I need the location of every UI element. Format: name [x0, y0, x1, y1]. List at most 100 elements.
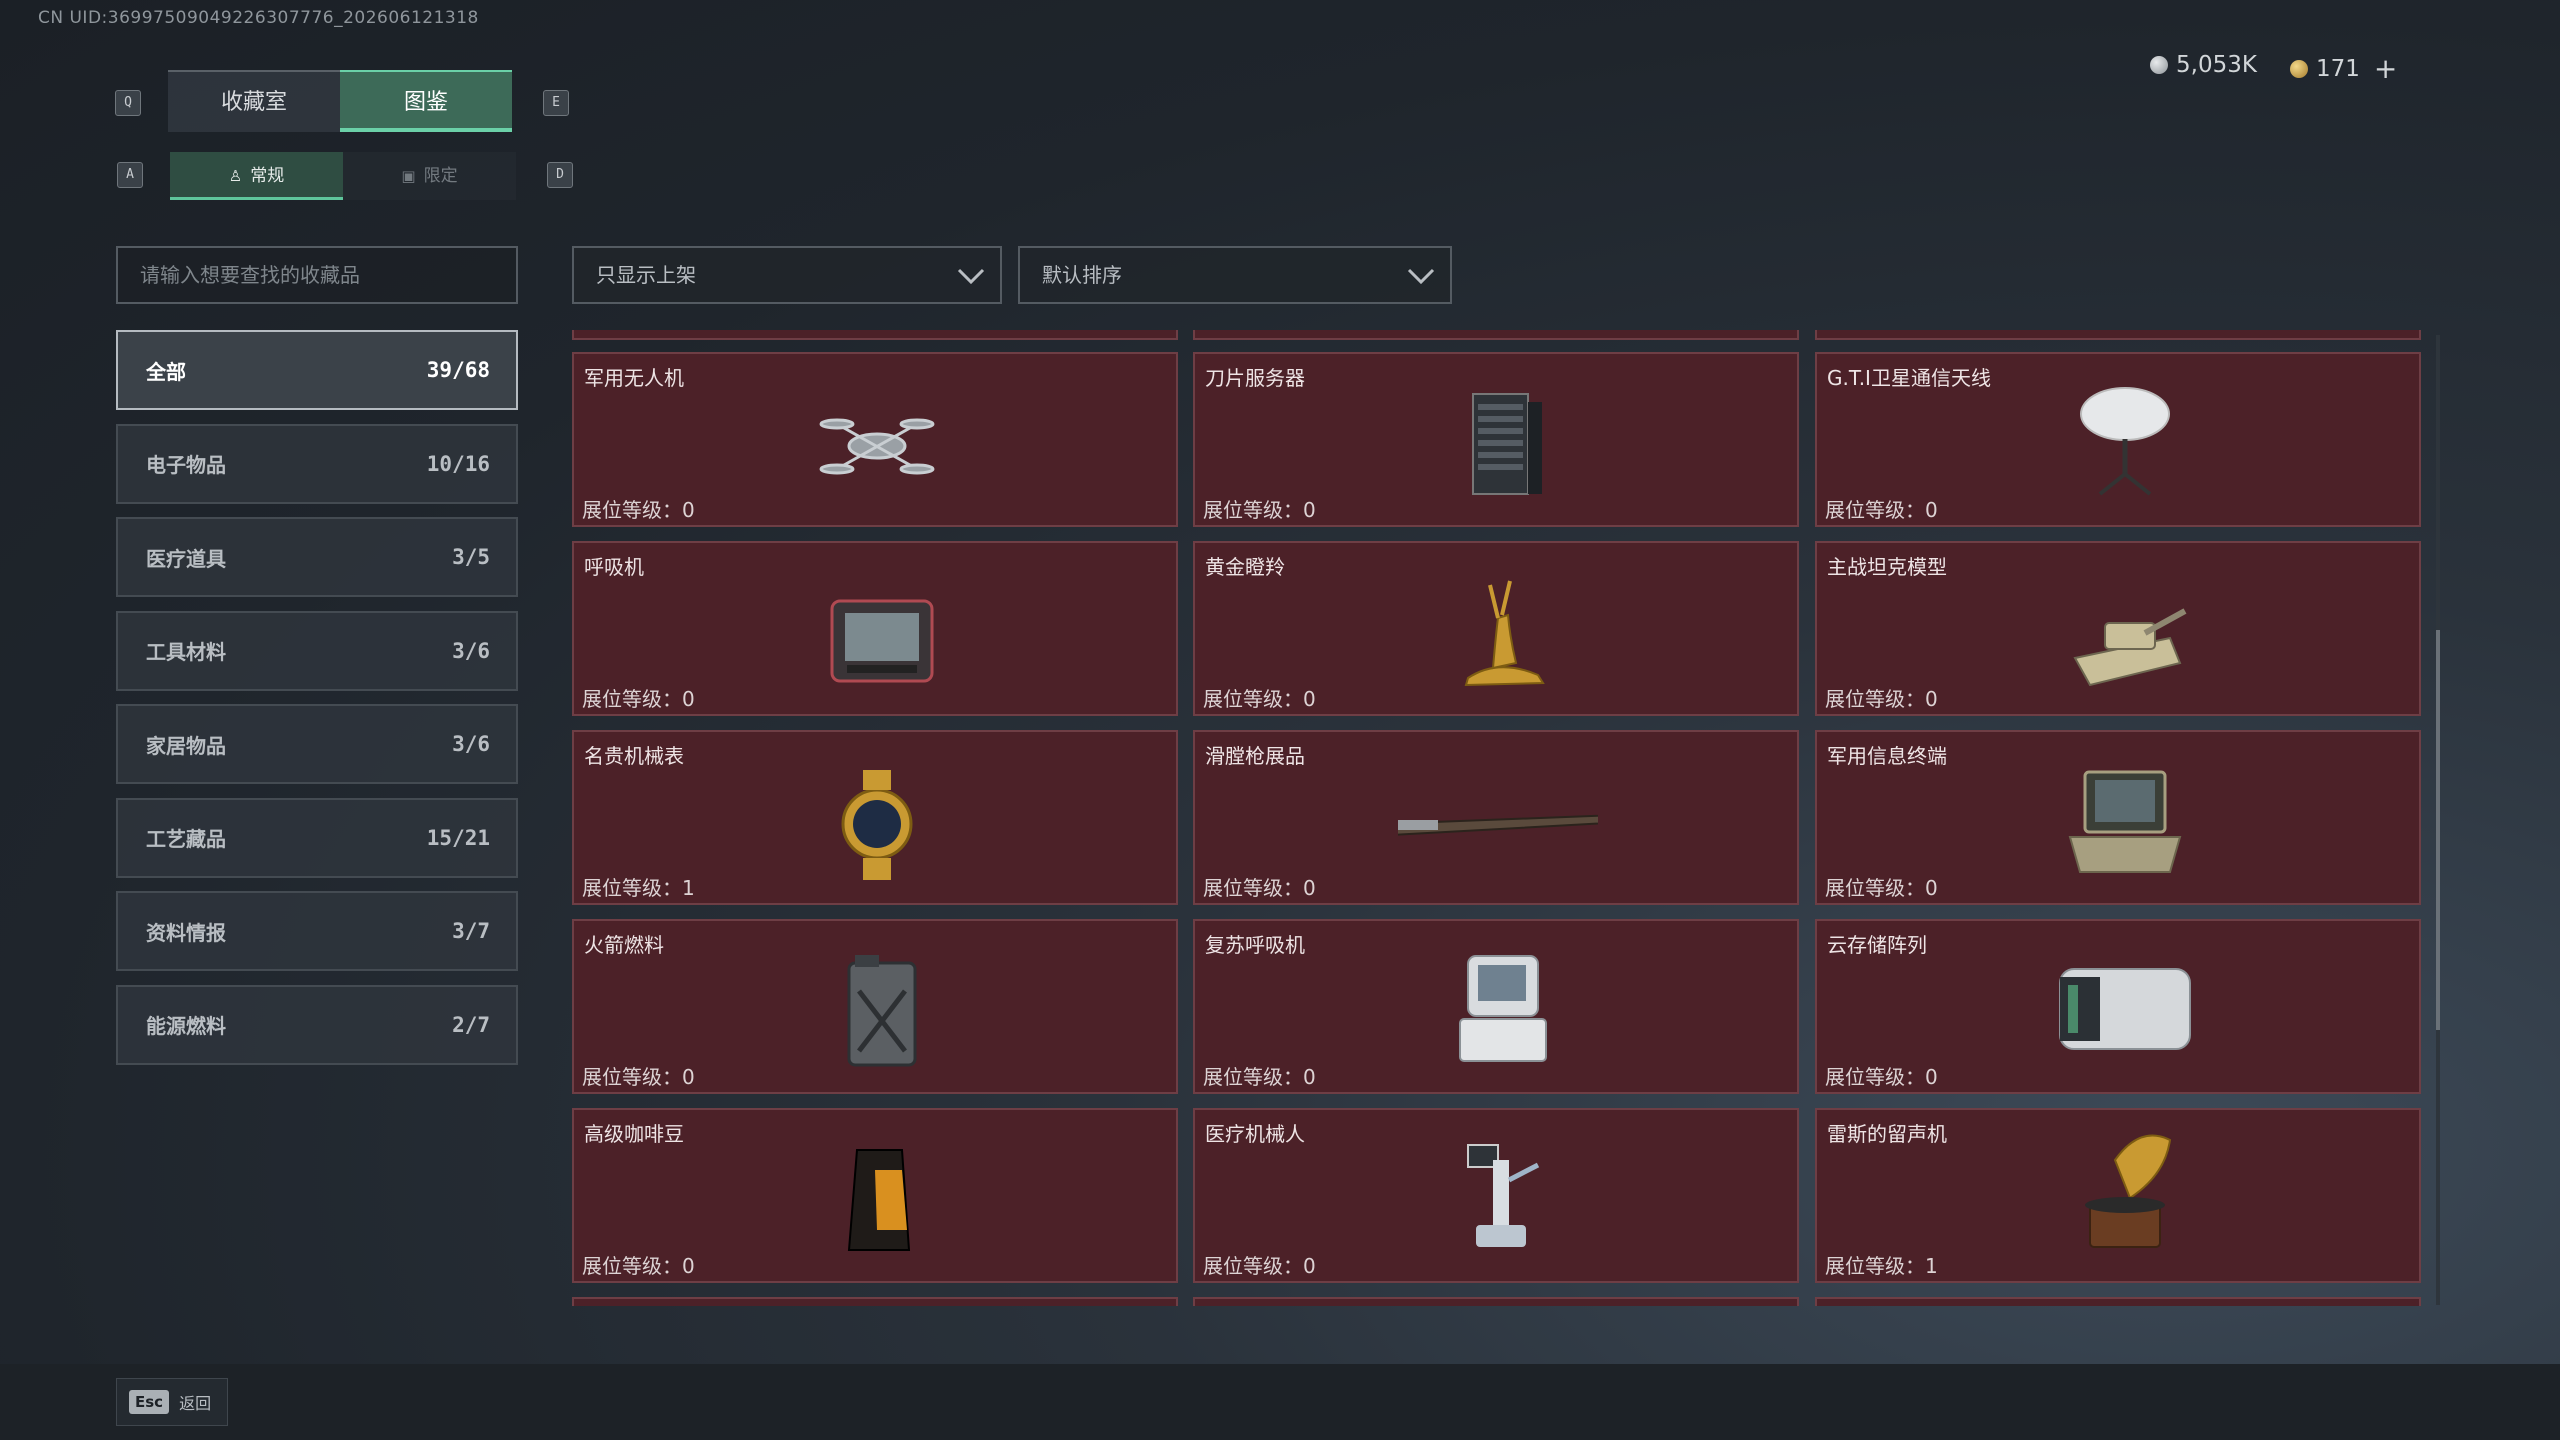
item-level-value: 0 [682, 1065, 695, 1089]
item-level-value: 0 [682, 687, 695, 711]
item-level: 展位等级：0 [1203, 1061, 1316, 1090]
sub-tabs: ♙ 常规 ▣ 限定 [170, 152, 516, 202]
esc-key-badge: Esc [129, 1390, 170, 1414]
item-level: 展位等级：0 [1825, 683, 1938, 712]
item-level-label: 展位等级： [582, 498, 682, 522]
category-item[interactable]: 电子物品 10/16 [116, 423, 518, 504]
shelf-filter-dropdown[interactable]: 只显示上架 [572, 246, 1002, 304]
category-item[interactable]: 全部 39/68 [116, 330, 518, 410]
item-card[interactable]: 军用无人机展位等级：0 [572, 352, 1178, 527]
category-label: 资料情报 [146, 920, 226, 945]
item-level: 展位等级：0 [1825, 872, 1938, 901]
item-level: 展位等级：0 [1203, 1250, 1316, 1279]
add-currency-button[interactable]: + [2374, 52, 2397, 85]
item-level-label: 展位等级： [1825, 1254, 1925, 1278]
gazelle-statue-icon [1464, 580, 1545, 687]
category-item[interactable]: 能源燃料 2/7 [116, 984, 518, 1065]
resuscitator-icon [1459, 955, 1547, 1062]
item-level-label: 展位等级： [1825, 1065, 1925, 1089]
ventilator-icon [830, 599, 934, 683]
item-card[interactable]: 复苏呼吸机 展位等级：0 [1193, 919, 1799, 1094]
item-level-value: 1 [682, 876, 695, 900]
item-level-value: 1 [1925, 1254, 1938, 1278]
tab-catalog[interactable]: 图鉴 [340, 70, 512, 132]
bottle-icon: ♙ [228, 167, 243, 185]
item-level-value: 0 [1303, 498, 1316, 522]
category-count: 3/7 [452, 919, 490, 943]
item-grid: 军用无人机 展位等级：0 刀片服务器 展位等级：0 G.T.I卫星通信天线 展位等级：0 呼… [572, 330, 2426, 1306]
bottom-bar [0, 1364, 2560, 1440]
uid-text: CN UID:3699750904922630777​6_20260612131… [38, 8, 479, 28]
category-label: 工艺藏品 [146, 827, 226, 851]
shelf-filter-label: 只显示上架 [596, 263, 696, 287]
item-level-value: 0 [1925, 498, 1938, 522]
item-card[interactable]: 呼吸机 展位等级：0 [572, 541, 1178, 716]
item-name: 高级咖啡豆 [584, 1122, 684, 1146]
category-item[interactable]: 工艺藏品 15/21 [116, 797, 518, 878]
item-card-partial[interactable] [1815, 330, 2421, 340]
category-label: 医疗道具 [146, 546, 226, 571]
item-card[interactable]: G.T.I卫星通信天线 展位等级：0 [1815, 352, 2421, 527]
item-level: 展位等级：0 [582, 494, 695, 523]
category-count: 15/21 [426, 825, 490, 850]
item-name: 云存储阵列 [1827, 933, 1927, 957]
item-card-partial[interactable] [572, 330, 1178, 340]
item-card[interactable]: 黄金瞪羚 展位等级：0 [1193, 541, 1799, 716]
currency-silver-value: 5,053K [2176, 52, 2257, 78]
fuel-can-icon [847, 955, 917, 1067]
subtab-regular[interactable]: ♙ 常规 [170, 152, 343, 200]
item-level-label: 展位等级： [1203, 1254, 1303, 1278]
category-count: 3/6 [452, 732, 490, 756]
item-card[interactable]: 雷斯的留声机 展位等级：1 [1815, 1108, 2421, 1283]
item-card[interactable]: 医疗机械人展位等级：0 [1193, 1108, 1799, 1283]
drone-icon [819, 418, 935, 475]
tab-collection-room[interactable]: 收藏室 [168, 70, 340, 132]
subtab-limited[interactable]: ▣ 限定 [343, 152, 516, 200]
item-card[interactable]: 滑膛枪展品 展位等级：0 [1193, 730, 1799, 905]
silver-coin-icon [2150, 56, 2168, 74]
subtab-limited-label: 限定 [423, 166, 458, 186]
item-level: 展位等级：0 [1825, 1061, 1938, 1090]
category-count: 39/68 [426, 358, 490, 382]
item-name: 主战坦克模型 [1827, 555, 1947, 579]
item-card-partial[interactable] [1193, 1297, 1799, 1306]
storage-array-icon [2059, 968, 2191, 1050]
sort-label: 默认排序 [1042, 263, 1122, 287]
item-card[interactable]: 军用信息终端 展位等级：0 [1815, 730, 2421, 905]
sort-dropdown[interactable]: 默认排序 [1018, 246, 1452, 304]
item-name: 军用无人机 [584, 366, 684, 390]
key-hint-a: A [117, 162, 143, 188]
item-level-value: 0 [1303, 687, 1316, 711]
item-card[interactable]: 刀片服务器 展位等级：0 [1193, 352, 1799, 527]
item-card-partial[interactable] [572, 1297, 1178, 1306]
item-level-value: 0 [1925, 876, 1938, 900]
item-level-value: 0 [682, 498, 695, 522]
back-button[interactable]: Esc 返回 [116, 1378, 228, 1426]
item-level-value: 0 [1303, 1254, 1316, 1278]
category-item[interactable]: 医疗道具 3/5 [116, 517, 518, 597]
item-level-label: 展位等级： [582, 876, 682, 900]
key-hint-d: D [547, 162, 573, 188]
item-level-value: 0 [1925, 1065, 1938, 1089]
item-level: 展位等级：0 [582, 1250, 695, 1279]
category-count: 2/7 [452, 1012, 490, 1037]
gold-coin-icon [2290, 59, 2308, 78]
item-card-partial[interactable] [1193, 330, 1799, 340]
subtab-regular-label: 常规 [250, 166, 285, 186]
item-card[interactable]: 名贵机械表 展位等级：1 [572, 730, 1178, 905]
item-card[interactable]: 主战坦克模型展位等级：0 [1815, 541, 2421, 716]
category-item[interactable]: 工具材料 3/6 [116, 610, 518, 691]
main-tabs: 收藏室 图鉴 [168, 70, 512, 134]
search-input[interactable]: 请输入想要查找的收藏品 [116, 246, 518, 304]
coffee-bag-icon [847, 1149, 911, 1251]
item-card[interactable]: 云存储阵列展位等级：0 [1815, 919, 2421, 1094]
item-name: 医疗机械人 [1205, 1122, 1305, 1146]
item-card[interactable]: 火箭燃料 展位等级：0 [572, 919, 1178, 1094]
category-item[interactable]: 家居物品 3/6 [116, 704, 518, 784]
back-label: 返回 [179, 1394, 212, 1413]
scrollbar-thumb[interactable] [2436, 630, 2440, 1030]
item-card-partial[interactable] [1815, 1297, 2421, 1306]
item-card[interactable]: 高级咖啡豆展位等级：0 [572, 1108, 1178, 1283]
terminal-case-icon [2068, 770, 2182, 873]
category-item[interactable]: 资料情报 3/7 [116, 891, 518, 971]
